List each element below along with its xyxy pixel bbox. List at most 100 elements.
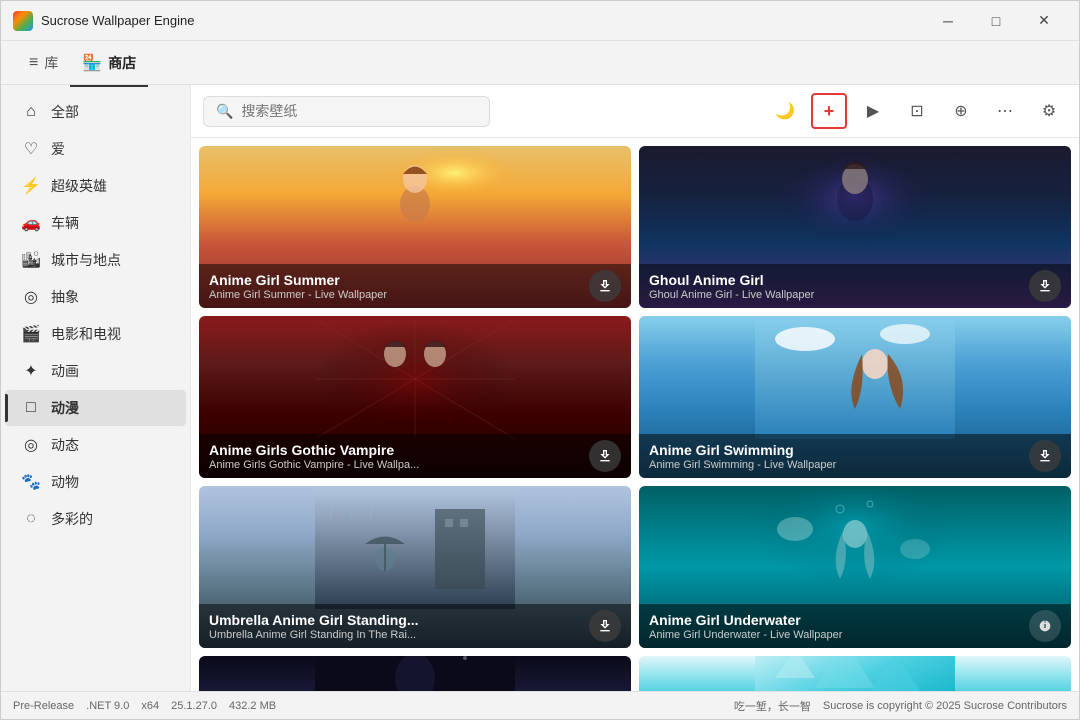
settings-button[interactable]: ⚙ bbox=[1031, 93, 1067, 129]
app-title: Sucrose Wallpaper Engine bbox=[41, 13, 194, 28]
minimize-button[interactable]: ─ bbox=[925, 5, 971, 37]
sidebar-item-manga[interactable]: □ 动漫 bbox=[5, 390, 186, 426]
card-subtitle-swimming: Anime Girl Swimming - Live Wallpaper bbox=[649, 459, 1029, 471]
sidebar: ⌂ 全部 ♡ 爱 ⚡ 超级英雄 🚗 车辆 🏙 城市与地点 ◎ 抽象 🎬 电影和电… bbox=[1, 85, 191, 691]
sidebar-label-animal: 动物 bbox=[51, 472, 79, 492]
sidebar-label-superhero: 超级英雄 bbox=[51, 176, 107, 196]
wallpaper-card-ghoul[interactable]: Ghoul Anime Girl Ghoul Anime Girl - Live… bbox=[639, 146, 1071, 308]
download-ghoul[interactable] bbox=[1029, 270, 1061, 302]
home-icon: ⌂ bbox=[21, 103, 41, 121]
status-motto: 吃一堑，长一智 bbox=[734, 698, 811, 714]
tab-shop[interactable]: 🏪 商店 bbox=[70, 47, 148, 79]
status-size: 432.2 MB bbox=[229, 700, 276, 712]
wallpaper-card-swimming[interactable]: Anime Girl Swimming Anime Girl Swimming … bbox=[639, 316, 1071, 478]
wallpaper-card-underwater[interactable]: Anime Girl Underwater Anime Girl Underwa… bbox=[639, 486, 1071, 648]
status-copyright: Sucrose is copyright © 2025 Sucrose Cont… bbox=[823, 700, 1067, 712]
card-title-umbrella: Umbrella Anime Girl Standing... bbox=[209, 612, 589, 628]
title-bar: Sucrose Wallpaper Engine ─ □ ✕ bbox=[1, 1, 1079, 41]
monitor-button[interactable]: ⊡ bbox=[899, 93, 935, 129]
card-title-underwater: Anime Girl Underwater bbox=[649, 612, 1029, 628]
sidebar-item-abstract[interactable]: ◎ 抽象 bbox=[5, 279, 186, 315]
card-title-summer: Anime Girl Summer bbox=[209, 272, 589, 288]
vehicle-icon: 🚗 bbox=[21, 213, 41, 233]
card-subtitle-gothic: Anime Girls Gothic Vampire - Live Wallpa… bbox=[209, 459, 589, 471]
sidebar-label-movie: 电影和电视 bbox=[51, 324, 121, 344]
close-button[interactable]: ✕ bbox=[1021, 5, 1067, 37]
download-umbrella[interactable] bbox=[589, 610, 621, 642]
sidebar-item-animation[interactable]: ✦ 动画 bbox=[5, 353, 186, 389]
wallpaper-card-umbrella[interactable]: Umbrella Anime Girl Standing... Umbrella… bbox=[199, 486, 631, 648]
card-art-umbrella bbox=[199, 486, 631, 612]
card-art-ghoul bbox=[639, 146, 1071, 272]
card-art-bottom1 bbox=[199, 656, 631, 691]
sidebar-item-dynamic[interactable]: ◎ 动态 bbox=[5, 427, 186, 463]
tab-library[interactable]: ≡ 库 bbox=[17, 47, 70, 79]
card-art-swimming bbox=[639, 316, 1071, 442]
sidebar-item-animal[interactable]: 🐾 动物 bbox=[5, 464, 186, 500]
card-art-underwater bbox=[639, 486, 1071, 612]
sidebar-item-movie[interactable]: 🎬 电影和电视 bbox=[5, 316, 186, 352]
card-info-summer: Anime Girl Summer Anime Girl Summer - Li… bbox=[199, 264, 631, 308]
card-info-swimming: Anime Girl Swimming Anime Girl Swimming … bbox=[639, 434, 1071, 478]
filter-button[interactable]: ⊕ bbox=[943, 93, 979, 129]
wallpaper-grid: Anime Girl Summer Anime Girl Summer - Li… bbox=[191, 138, 1079, 691]
sidebar-item-city[interactable]: 🏙 城市与地点 bbox=[5, 242, 186, 278]
status-version: 25.1.27.0 bbox=[171, 700, 217, 712]
sidebar-label-love: 爱 bbox=[51, 139, 65, 159]
main-content: ⌂ 全部 ♡ 爱 ⚡ 超级英雄 🚗 车辆 🏙 城市与地点 ◎ 抽象 🎬 电影和电… bbox=[1, 85, 1079, 691]
animation-icon: ✦ bbox=[21, 361, 41, 381]
card-info-underwater: Anime Girl Underwater Anime Girl Underwa… bbox=[639, 604, 1071, 648]
sidebar-label-abstract: 抽象 bbox=[51, 287, 79, 307]
card-subtitle-umbrella: Umbrella Anime Girl Standing In The Rai.… bbox=[209, 629, 589, 641]
sidebar-item-vehicle[interactable]: 🚗 车辆 bbox=[5, 205, 186, 241]
content-area: 🔍 🌙 + ▶ ⊡ ⊕ ⋯ ⚙ bbox=[191, 85, 1079, 691]
sidebar-item-superhero[interactable]: ⚡ 超级英雄 bbox=[5, 168, 186, 204]
card-art-bottom2 bbox=[639, 656, 1071, 691]
window-controls: ─ □ ✕ bbox=[925, 5, 1067, 37]
moon-button[interactable]: 🌙 bbox=[767, 93, 803, 129]
sidebar-label-all: 全部 bbox=[51, 102, 79, 122]
sidebar-item-colorful[interactable]: ◌ 多彩的 bbox=[5, 501, 186, 537]
library-icon: ≡ bbox=[29, 54, 38, 72]
status-bar: Pre-Release .NET 9.0 x64 25.1.27.0 432.2… bbox=[1, 691, 1079, 719]
status-left: Pre-Release .NET 9.0 x64 25.1.27.0 432.2… bbox=[13, 700, 276, 712]
content-toolbar: 🔍 🌙 + ▶ ⊡ ⊕ ⋯ ⚙ bbox=[191, 85, 1079, 138]
download-underwater[interactable] bbox=[1029, 610, 1061, 642]
sidebar-label-city: 城市与地点 bbox=[51, 250, 121, 270]
dynamic-icon: ◎ bbox=[21, 435, 41, 455]
sidebar-label-colorful: 多彩的 bbox=[51, 509, 93, 529]
search-input[interactable] bbox=[241, 103, 477, 119]
status-right: 吃一堑，长一智 Sucrose is copyright © 2025 Sucr… bbox=[734, 698, 1067, 714]
add-button[interactable]: + bbox=[811, 93, 847, 129]
download-summer[interactable] bbox=[589, 270, 621, 302]
card-art-summer bbox=[199, 146, 631, 272]
maximize-button[interactable]: □ bbox=[973, 5, 1019, 37]
status-arch: x64 bbox=[141, 700, 159, 712]
sidebar-label-animation: 动画 bbox=[51, 361, 79, 381]
sidebar-item-love[interactable]: ♡ 爱 bbox=[5, 131, 186, 167]
sidebar-label-vehicle: 车辆 bbox=[51, 213, 79, 233]
card-art-gothic bbox=[199, 316, 631, 442]
wallpaper-card-anime-summer[interactable]: Anime Girl Summer Anime Girl Summer - Li… bbox=[199, 146, 631, 308]
wallpaper-card-bottom1[interactable] bbox=[199, 656, 631, 691]
card-title-swimming: Anime Girl Swimming bbox=[649, 442, 1029, 458]
animal-icon: 🐾 bbox=[21, 472, 41, 492]
download-gothic[interactable] bbox=[589, 440, 621, 472]
card-info-ghoul: Ghoul Anime Girl Ghoul Anime Girl - Live… bbox=[639, 264, 1071, 308]
superhero-icon: ⚡ bbox=[21, 176, 41, 196]
shop-icon: 🏪 bbox=[82, 53, 102, 73]
wallpaper-card-gothic[interactable]: Anime Girls Gothic Vampire Anime Girls G… bbox=[199, 316, 631, 478]
wallpaper-card-bottom2[interactable] bbox=[639, 656, 1071, 691]
play-button[interactable]: ▶ bbox=[855, 93, 891, 129]
nav-bar: ≡ 库 🏪 商店 bbox=[1, 41, 1079, 85]
card-info-umbrella: Umbrella Anime Girl Standing... Umbrella… bbox=[199, 604, 631, 648]
abstract-icon: ◎ bbox=[21, 287, 41, 307]
card-info-gothic: Anime Girls Gothic Vampire Anime Girls G… bbox=[199, 434, 631, 478]
sidebar-item-all[interactable]: ⌂ 全部 bbox=[5, 94, 186, 130]
search-box[interactable]: 🔍 bbox=[203, 96, 490, 127]
more-button[interactable]: ⋯ bbox=[987, 93, 1023, 129]
status-dotnet: .NET 9.0 bbox=[86, 700, 129, 712]
card-subtitle-summer: Anime Girl Summer - Live Wallpaper bbox=[209, 289, 589, 301]
colorful-icon: ◌ bbox=[21, 510, 41, 528]
download-swimming[interactable] bbox=[1029, 440, 1061, 472]
